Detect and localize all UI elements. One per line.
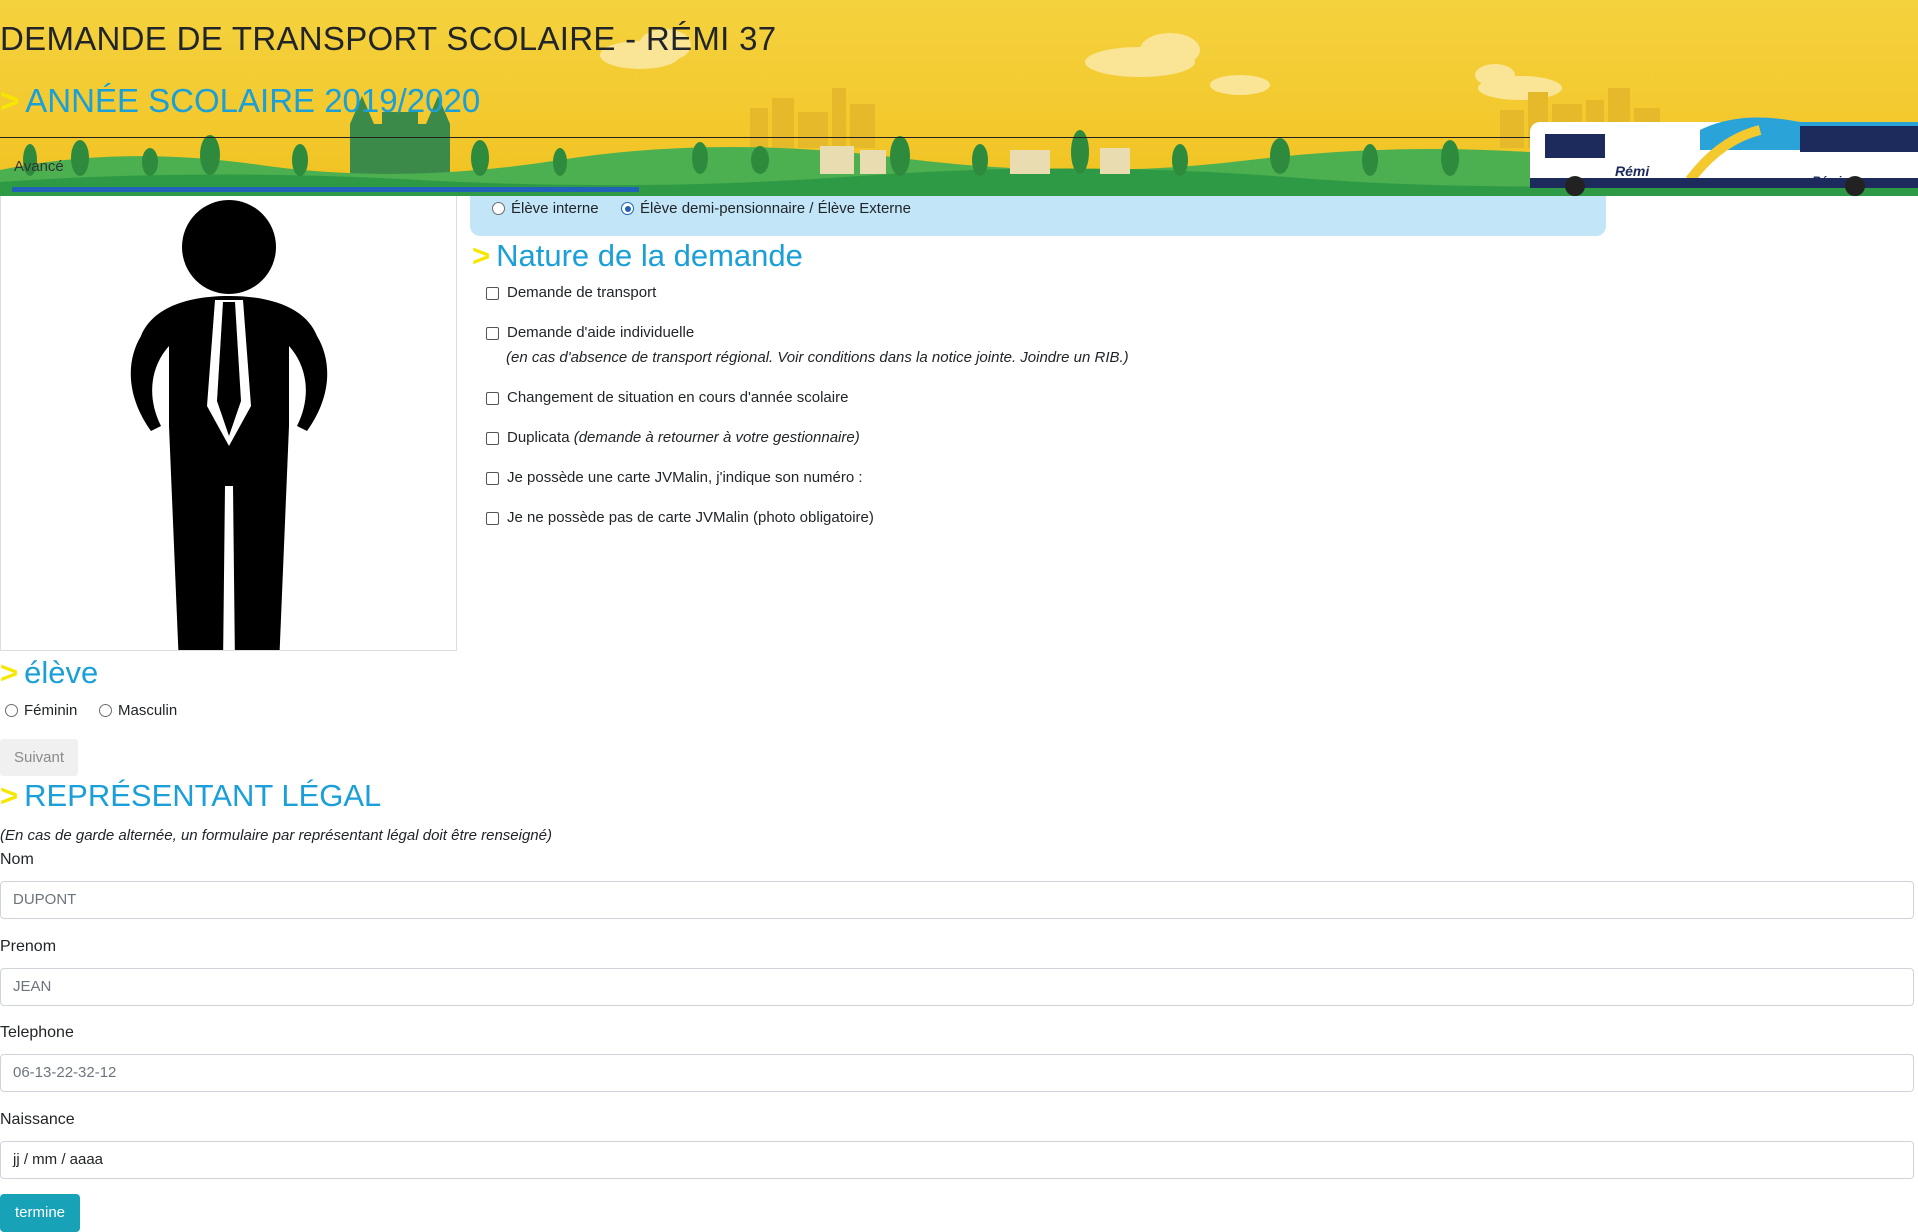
person-placeholder-icon [130, 200, 328, 650]
chevron-icon: > [0, 82, 20, 119]
checkbox-label: Je possède une carte JVMalin, j'indique … [507, 469, 863, 486]
checkbox-label: Demande d'aide individuelle [507, 324, 695, 341]
student-photo-upload[interactable] [0, 196, 457, 651]
progress-track [0, 137, 1530, 138]
checkbox-duplicata[interactable]: Duplicata (demande à retourner à votre g… [486, 429, 860, 446]
bus-logo-text: Rémi [1615, 163, 1650, 179]
checkbox-label: Changement de situation en cours d'année… [507, 389, 849, 406]
checkbox-icon[interactable] [486, 327, 499, 340]
eleve-title-label: élève [24, 655, 99, 690]
nom-input[interactable]: DUPONT [0, 881, 1914, 919]
checkbox-carte-jvmalin[interactable]: Je possède une carte JVMalin, j'indique … [486, 469, 863, 486]
radio-icon[interactable] [99, 704, 112, 717]
checkbox-demande-transport[interactable]: Demande de transport [486, 284, 656, 301]
aide-individuelle-note: (en cas d'absence de transport régional.… [506, 349, 1129, 366]
regime-option-interne[interactable]: Élève interne [492, 200, 599, 217]
checkbox-changement-situation[interactable]: Changement de situation en cours d'année… [486, 389, 848, 406]
regime-selector: Élève interne Élève demi-pensionnaire / … [470, 196, 1606, 236]
checkbox-aide-individuelle[interactable]: Demande d'aide individuelle [486, 324, 694, 341]
representant-note: (En cas de garde alternée, un formulaire… [0, 827, 552, 844]
next-button[interactable]: Suivant [0, 739, 78, 776]
representant-section-title: > REPRÉSENTANT LÉGAL [0, 778, 381, 814]
checkbox-label: Je ne possède pas de carte JVMalin (phot… [507, 509, 874, 526]
gender-option-label: Masculin [118, 702, 178, 719]
radio-icon[interactable] [5, 704, 18, 717]
page-title: DEMANDE DE TRANSPORT SCOLAIRE - RÉMI 37 [0, 20, 777, 57]
checkbox-icon[interactable] [486, 432, 499, 445]
telephone-label: Telephone [0, 1024, 74, 1041]
submit-button[interactable]: termine [0, 1194, 80, 1232]
naissance-label: Naissance [0, 1111, 75, 1128]
checkbox-icon[interactable] [486, 287, 499, 300]
regime-option-label: Élève demi-pensionnaire / Élève Externe [640, 200, 911, 217]
naissance-date-input[interactable]: jj / mm / aaaa [0, 1141, 1914, 1179]
regime-option-externe[interactable]: Élève demi-pensionnaire / Élève Externe [621, 200, 911, 217]
school-year-label: ANNÉE SCOLAIRE 2019/2020 [25, 82, 481, 119]
checkbox-label: Duplicata [507, 429, 574, 446]
duplicata-note: (demande à retourner à votre gestionnair… [573, 429, 860, 446]
gender-option-masculin[interactable]: Masculin [99, 702, 177, 719]
checkbox-icon[interactable] [486, 472, 499, 485]
progress-label: Avancé [14, 158, 64, 175]
progress-bar [12, 187, 639, 192]
school-year-title: > ANNÉE SCOLAIRE 2019/2020 [0, 82, 480, 120]
checkbox-icon[interactable] [486, 392, 499, 405]
gender-option-feminin[interactable]: Féminin [5, 702, 77, 719]
bus-icon [1530, 117, 1918, 196]
checkbox-label: Demande de transport [507, 284, 657, 301]
bus-logo-text-2: Rémi [1812, 174, 1842, 188]
chevron-icon: > [472, 238, 491, 273]
header-banner: Rémi Rémi DEMANDE DE TRANSPORT SCOLAIRE … [0, 0, 1918, 196]
chevron-icon: > [0, 778, 19, 813]
prenom-input[interactable]: JEAN [0, 968, 1914, 1006]
radio-icon[interactable] [492, 202, 505, 215]
checkbox-pas-de-carte[interactable]: Je ne possède pas de carte JVMalin (phot… [486, 509, 874, 526]
checkbox-icon[interactable] [486, 512, 499, 525]
nature-section-title: > Nature de la demande [472, 238, 803, 274]
regime-option-label: Élève interne [511, 200, 599, 217]
radio-checked-icon[interactable] [621, 202, 634, 215]
nature-title-label: Nature de la demande [496, 238, 803, 273]
gender-option-label: Féminin [24, 702, 78, 719]
representant-title-label: REPRÉSENTANT LÉGAL [24, 778, 382, 813]
chevron-icon: > [0, 655, 19, 690]
telephone-input[interactable]: 06-13-22-32-12 [0, 1054, 1914, 1092]
prenom-label: Prenom [0, 938, 57, 955]
nom-label: Nom [0, 851, 34, 868]
eleve-section-title: > élève [0, 655, 98, 691]
